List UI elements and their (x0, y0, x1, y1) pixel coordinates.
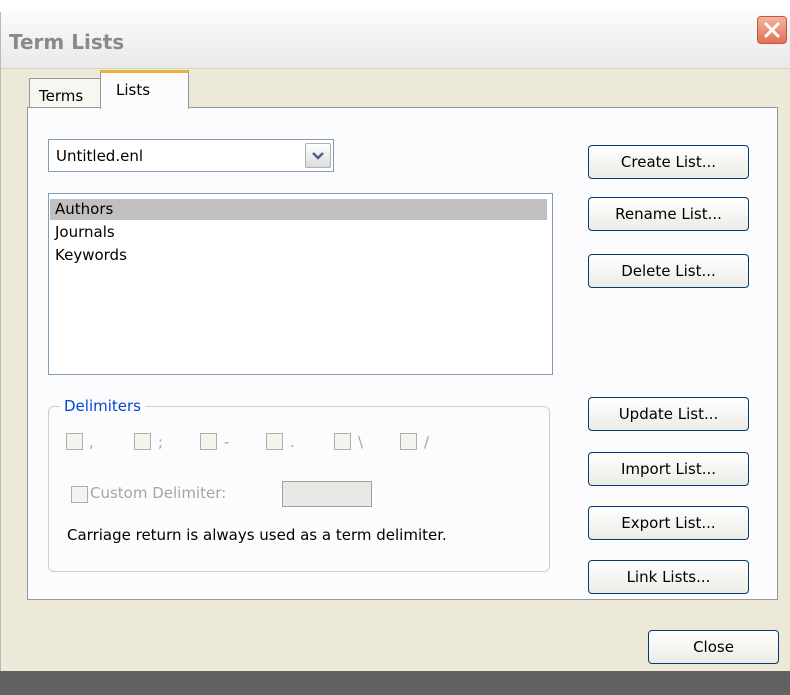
title-bar: Term Lists (1, 12, 790, 69)
delimiter-symbol: . (290, 433, 295, 451)
link-lists-button[interactable]: Link Lists... (588, 560, 749, 594)
chevron-down-icon (312, 152, 324, 160)
bottom-bar (0, 671, 790, 695)
slash-delimiter-checkbox[interactable] (400, 433, 417, 450)
rename-list-button[interactable]: Rename List... (588, 197, 749, 231)
close-button[interactable]: Close (648, 630, 779, 664)
close-x-icon (764, 22, 780, 38)
comma-delimiter-checkbox[interactable] (66, 433, 83, 450)
delimiter-note: Carriage return is always used as a term… (67, 526, 447, 544)
delimiter-symbol: , (89, 433, 94, 451)
tab-lists[interactable]: Lists (100, 70, 189, 109)
tab-terms[interactable]: Terms (29, 78, 101, 108)
dropdown-button[interactable] (305, 143, 331, 168)
library-select[interactable]: Untitled.enl (48, 139, 334, 172)
import-list-button[interactable]: Import List... (588, 452, 749, 486)
semicolon-delimiter-checkbox[interactable] (134, 433, 151, 450)
hyphen-delimiter-checkbox[interactable] (200, 433, 217, 450)
create-list-button[interactable]: Create List... (588, 145, 749, 179)
delimiter-symbol: ; (158, 433, 164, 451)
window-close-button[interactable] (757, 16, 787, 44)
update-list-button[interactable]: Update List... (588, 397, 749, 431)
period-delimiter-checkbox[interactable] (266, 433, 283, 450)
list-item[interactable]: Journals (50, 222, 547, 243)
delimiters-legend: Delimiters (60, 397, 145, 415)
list-item[interactable]: Keywords (50, 245, 547, 266)
custom-delimiter-label: Custom Delimiter: (90, 484, 227, 502)
backslash-delimiter-checkbox[interactable] (334, 433, 351, 450)
delimiter-symbol: \ (358, 433, 364, 451)
tab-label: Terms (39, 87, 84, 105)
term-lists-listbox[interactable]: Authors Journals Keywords (48, 193, 553, 375)
tab-label: Lists (116, 81, 151, 99)
library-select-value: Untitled.enl (56, 147, 144, 165)
list-item[interactable]: Authors (50, 199, 547, 220)
delimiter-symbol: / (424, 433, 430, 451)
custom-delimiter-checkbox[interactable] (71, 486, 88, 503)
delete-list-button[interactable]: Delete List... (588, 254, 749, 288)
custom-delimiter-field[interactable] (282, 481, 372, 507)
export-list-button[interactable]: Export List... (588, 506, 749, 540)
window-title: Term Lists (9, 30, 125, 54)
delimiter-symbol: - (224, 433, 230, 451)
